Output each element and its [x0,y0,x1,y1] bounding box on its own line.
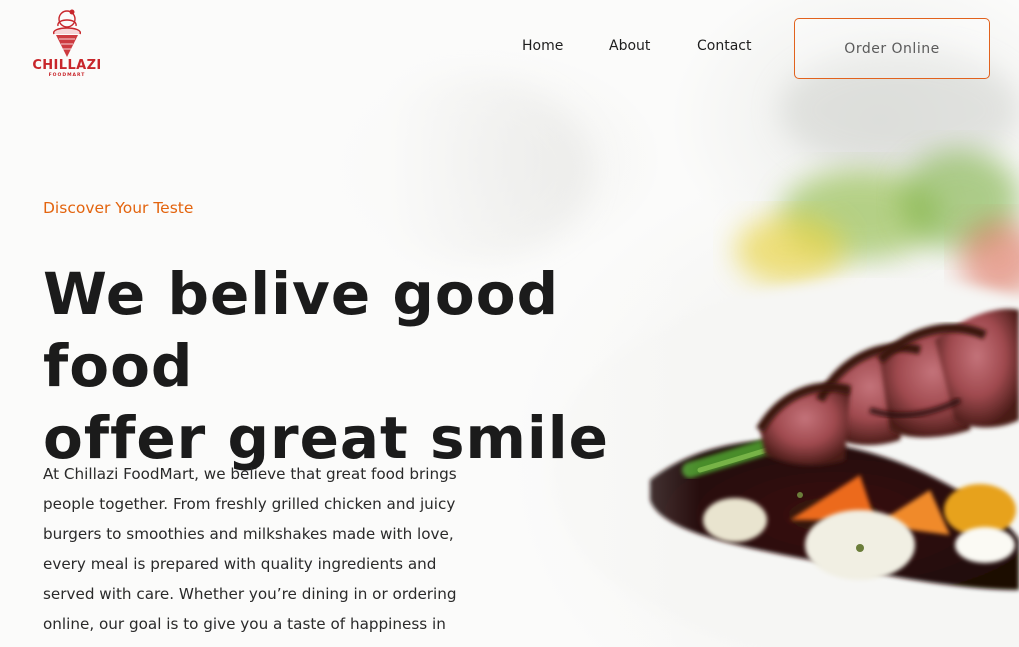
nav-contact-link[interactable]: Contact [697,38,751,54]
hero-description: At Chillazi FoodMart, we believe that gr… [43,465,457,647]
hero-eyebrow: Discover Your Teste [43,199,194,217]
nav-home-link[interactable]: Home [522,38,563,54]
hero-headline-line-1: We belive good food [43,260,560,400]
hero-headline: We belive good food offer great smile [43,258,683,474]
logo-subwordmark: FOODMART [48,73,86,78]
brand-logo[interactable]: CHILLAZI FOODMART [28,4,106,82]
order-online-button[interactable]: Order Online [794,18,990,79]
nav-about-link[interactable]: About [609,38,650,54]
logo-wordmark: CHILLAZI [32,58,102,73]
